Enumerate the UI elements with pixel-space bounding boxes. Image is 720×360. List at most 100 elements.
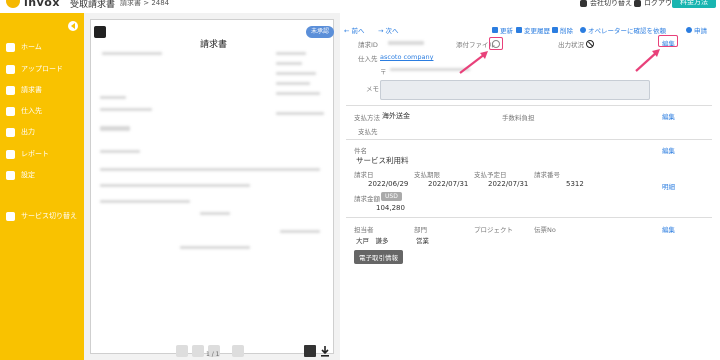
memo-label: メモ	[366, 85, 379, 93]
fee-label: 手数料負担	[502, 114, 535, 122]
currency-badge: USD	[381, 192, 402, 201]
dept-value: 営業	[416, 237, 429, 245]
logout-icon	[634, 0, 641, 7]
blurred-invoice-id	[388, 41, 424, 45]
sidebar-item-home[interactable]: ホーム	[6, 41, 42, 53]
app-name: invox	[24, 0, 60, 9]
switch-company-link[interactable]: 会社切り替え	[580, 0, 632, 8]
download-icon[interactable]	[320, 346, 330, 357]
divider	[346, 105, 712, 106]
blurred-table-row	[100, 184, 250, 187]
edit-highlight	[658, 35, 678, 47]
ecommerce-tag[interactable]: 電子取引情報	[354, 250, 403, 264]
blurred-table-header	[100, 168, 320, 171]
operator-request-button[interactable]: オペレーターに確認を依頼	[580, 25, 666, 35]
sidebar-item-label: 仕入先	[21, 107, 42, 115]
sidebar-item-upload[interactable]: アップロード	[6, 63, 63, 75]
invoice-date-label: 請求日	[354, 171, 374, 179]
supplier-icon	[6, 106, 15, 116]
history-label: 変更履歴	[524, 27, 550, 35]
sidebar-item-service-switch[interactable]: サービス切り替え	[6, 210, 77, 222]
report-icon	[6, 149, 15, 159]
subject-value: サービス利用料	[356, 156, 409, 165]
sidebar-item-label: ホーム	[21, 43, 42, 51]
pointer-arrow	[459, 51, 488, 74]
next-label: 次へ	[385, 27, 399, 35]
sidebar: ホーム アップロード 請求書 仕入先 出力 レポート 設定 サービス切り替え	[0, 13, 84, 360]
logo-icon	[6, 0, 20, 8]
document-icon	[6, 85, 15, 95]
planned-date-label: 支払予定日	[474, 171, 507, 179]
invoice-no-label: 請求番号	[534, 171, 560, 179]
document-title: 請求書	[200, 40, 228, 50]
edit-link-person[interactable]: 編集	[662, 224, 675, 234]
supplier-label: 仕入先	[358, 55, 378, 63]
sidebar-item-label: レポート	[21, 150, 49, 158]
attachment-highlight	[489, 37, 503, 50]
payment-method-label: 支払方法	[354, 114, 380, 122]
edit-link-subject[interactable]: 編集	[662, 145, 675, 155]
blurred-text	[276, 52, 306, 55]
chip-icon	[94, 26, 106, 38]
sidebar-item-export[interactable]: 出力	[6, 126, 35, 138]
next-link[interactable]: → 次へ	[378, 25, 399, 35]
page-indicator: 1 / 1	[206, 351, 220, 358]
rotate-left-icon[interactable]	[176, 345, 188, 357]
blurred-text	[102, 52, 162, 55]
prev-link[interactable]: ← 前へ	[344, 25, 365, 35]
invoice-id-label: 請求ID	[358, 41, 378, 49]
blurred-text	[100, 96, 126, 99]
zoom-in-icon[interactable]	[232, 345, 244, 357]
divider	[346, 217, 712, 218]
rotate-right-icon[interactable]	[192, 345, 204, 357]
sidebar-item-settings[interactable]: 設定	[6, 169, 35, 181]
plan-button[interactable]: 料金方法	[672, 0, 716, 8]
switch-company-label: 会社切り替え	[590, 0, 632, 7]
approve-button[interactable]: 申請	[686, 25, 707, 35]
payment-method-value: 海外送金	[382, 112, 410, 120]
status-badge: 未承認	[306, 26, 334, 38]
blurred-text	[100, 108, 152, 111]
breadcrumb[interactable]: 請求書 > 2484	[120, 0, 169, 8]
blurred-text	[200, 212, 230, 215]
prev-label: 前へ	[351, 27, 365, 35]
sidebar-item-invoices[interactable]: 請求書	[6, 84, 42, 96]
supplier-link[interactable]: ascoto company	[380, 53, 433, 61]
cloud-upload-icon	[6, 64, 15, 74]
home-icon	[6, 42, 15, 52]
sidebar-item-suppliers[interactable]: 仕入先	[6, 105, 42, 117]
switch-icon	[6, 211, 15, 221]
blurred-text	[276, 92, 320, 95]
blurred-text	[100, 150, 140, 153]
payee-label: 支払先	[358, 128, 378, 136]
building-icon	[580, 0, 587, 7]
invoice-date-value: 2022/06/29	[368, 180, 409, 188]
detail-items-link[interactable]: 明細	[662, 181, 675, 191]
trash-icon	[552, 27, 558, 33]
person-value: 大戸 謙多	[356, 237, 389, 245]
top-bar: invox 受取請求書 請求書 > 2484 会社切り替え ログアウト 料金方法	[0, 0, 720, 13]
sidebar-item-label: 請求書	[21, 86, 42, 94]
collapse-sidebar-button[interactable]	[68, 21, 78, 31]
invoice-no-value: 5312	[566, 180, 584, 188]
sidebar-item-report[interactable]: レポート	[6, 148, 49, 160]
refresh-button[interactable]: 更新	[492, 25, 513, 35]
history-icon	[516, 27, 522, 33]
due-date-value: 2022/07/31	[428, 180, 469, 188]
history-button[interactable]: 変更履歴	[516, 25, 550, 35]
blurred-table-row	[100, 200, 190, 203]
approve-label: 申請	[694, 27, 707, 35]
pdf-icon[interactable]	[304, 345, 316, 357]
blurred-text	[276, 82, 310, 85]
blurred-text	[100, 126, 130, 131]
edit-link-payment[interactable]: 編集	[662, 111, 675, 121]
operator-request-label: オペレーターに確認を依頼	[588, 27, 666, 35]
blurred-text	[276, 72, 316, 75]
memo-field[interactable]	[380, 80, 650, 100]
delete-button[interactable]: 削除	[552, 25, 573, 35]
not-exported-icon	[586, 40, 594, 48]
output-status-label: 出力状況	[558, 41, 584, 49]
blurred-text	[276, 112, 324, 115]
refresh-label: 更新	[500, 27, 513, 35]
dept-label: 部門	[414, 226, 427, 234]
